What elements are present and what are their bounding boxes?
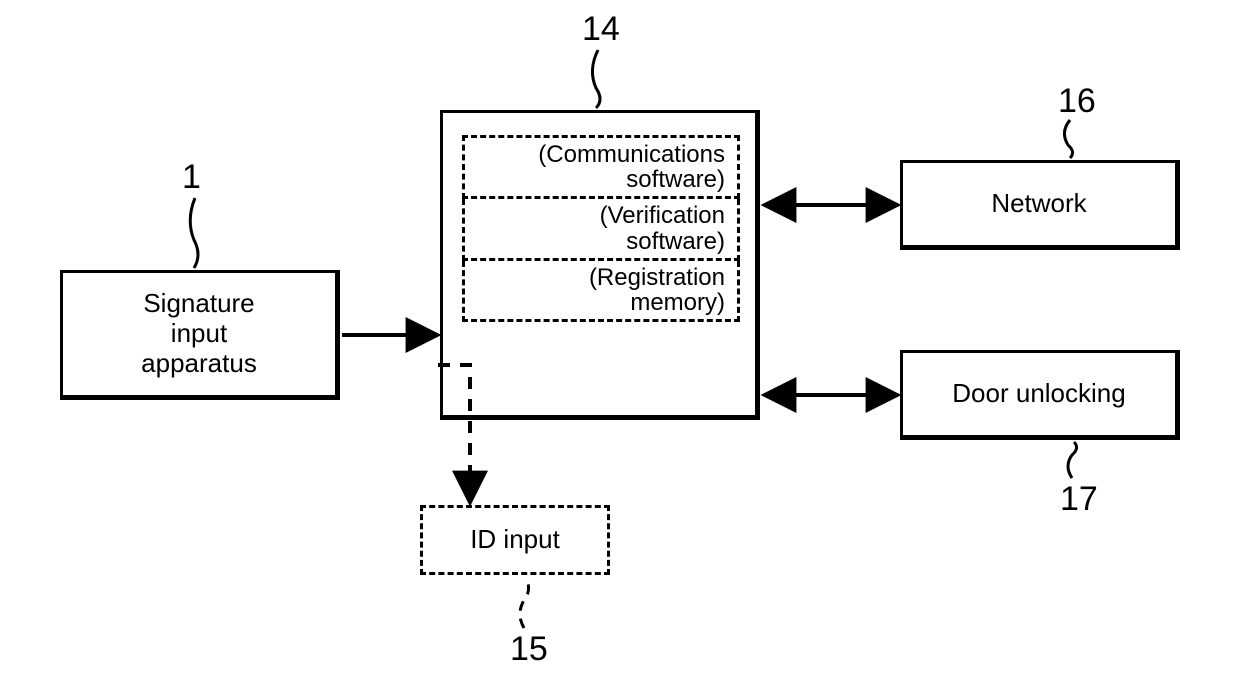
- diagram-canvas: 14 1 16 17 15 Signature input apparatus …: [0, 0, 1240, 700]
- ref-label-17: 17: [1060, 480, 1098, 519]
- central-item-registration: (Registration memory): [462, 261, 740, 322]
- block-label: Signature input apparatus: [141, 289, 257, 379]
- block-label: ID input: [470, 525, 560, 555]
- central-item-label: (Verification software): [477, 203, 725, 253]
- central-item-communications: (Communications software): [462, 135, 740, 199]
- block-id-input: ID input: [420, 505, 610, 575]
- ref-label-1: 1: [182, 158, 201, 197]
- leader-14: [592, 50, 600, 108]
- block-label: Door unlocking: [952, 379, 1125, 409]
- block-signature-input-apparatus: Signature input apparatus: [60, 270, 340, 400]
- leader-1: [190, 198, 198, 268]
- central-item-label: (Registration memory): [477, 265, 725, 315]
- leader-16: [1064, 120, 1072, 158]
- leader-17: [1068, 442, 1077, 478]
- block-network: Network: [900, 160, 1180, 250]
- block-door-unlocking: Door unlocking: [900, 350, 1180, 440]
- ref-label-16: 16: [1058, 82, 1096, 121]
- leader-15: [520, 578, 529, 628]
- ref-label-14: 14: [582, 10, 620, 49]
- ref-label-15: 15: [510, 630, 548, 669]
- block-label: Network: [991, 189, 1086, 219]
- central-item-verification: (Verification software): [462, 199, 740, 260]
- central-inner-stack: (Communications software) (Verification …: [462, 135, 740, 322]
- central-item-label: (Communications software): [477, 142, 725, 192]
